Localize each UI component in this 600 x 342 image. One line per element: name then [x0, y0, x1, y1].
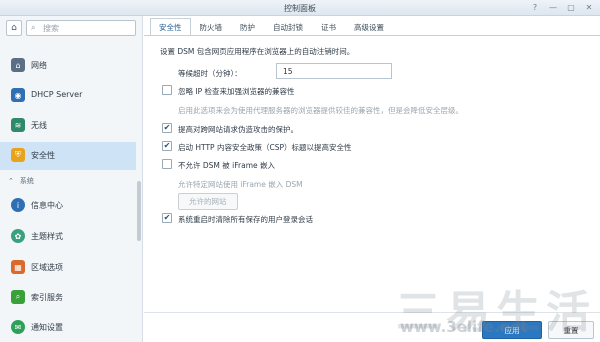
tab-bar: 安全性 防火墙 防护 自动封锁 证书 高级设置: [150, 18, 393, 36]
sidebar-item-label: 索引服务: [31, 293, 63, 302]
allowed-sites-button[interactable]: 允许的网站: [178, 193, 238, 210]
sidebar-item-label: 无线: [31, 121, 47, 130]
theme-icon: ✿: [11, 229, 25, 243]
wireless-icon: ≋: [11, 118, 25, 132]
sidebar-item-dhcp-server[interactable]: ◉ DHCP Server: [0, 82, 136, 110]
sidebar-item-region[interactable]: ▦ 区域选项: [0, 254, 136, 282]
ip-check-label: 忽略 IP 检查来加强浏览器的兼容性: [178, 87, 295, 96]
section-header-system[interactable]: ⌃ 系统: [8, 176, 34, 186]
info-icon: i: [11, 198, 25, 212]
iframe-checkbox[interactable]: [162, 159, 172, 169]
timeout-label: 等候超时（分钟）：: [178, 69, 242, 78]
help-icon[interactable]: ?: [530, 3, 540, 13]
dhcp-server-icon: ◉: [11, 88, 25, 102]
sidebar-item-index-service[interactable]: ⌕ 索引服务: [0, 284, 136, 312]
sidebar-toolbar: ⌂ ⌕: [0, 16, 142, 40]
sidebar-item-theme[interactable]: ✿ 主题样式: [0, 223, 136, 251]
tab-auto-block[interactable]: 自动封锁: [264, 18, 312, 36]
sidebar-item-wireless[interactable]: ≋ 无线: [0, 112, 136, 140]
clear-sessions-label: 系统重启时清除所有保存的用户登录会话: [178, 215, 313, 224]
index-service-icon: ⌕: [11, 290, 25, 304]
sidebar-item-label: DHCP Server: [31, 90, 83, 99]
iframe-label: 不允许 DSM 被 iFrame 嵌入: [178, 161, 275, 170]
chevron-up-icon: ⌃: [8, 177, 14, 185]
region-icon: ▦: [11, 260, 25, 274]
tab-divider: [144, 35, 600, 36]
shield-icon: ⛨: [11, 148, 25, 162]
network-icon: ⌂: [11, 58, 25, 72]
window-title: 控制面板: [284, 4, 316, 13]
sidebar-scrollbar[interactable]: [137, 181, 141, 241]
sidebar-item-label: 通知设置: [31, 323, 63, 332]
sidebar-item-network[interactable]: ⌂ 网络: [0, 52, 136, 80]
sidebar-item-security[interactable]: ⛨ 安全性: [0, 142, 136, 170]
tab-advanced[interactable]: 高级设置: [345, 18, 393, 36]
watermark-url: www.3elife.net: [400, 318, 528, 336]
minimize-icon[interactable]: —: [548, 3, 558, 13]
ip-check-checkbox[interactable]: [162, 85, 172, 95]
sidebar-item-label: 安全性: [31, 151, 55, 160]
search-input[interactable]: [43, 22, 131, 34]
ip-check-hint: 启用此选项来会为使用代理服务器的浏览器提供较佳的兼容性，但是会降低安全层级。: [178, 106, 463, 115]
sidebar-item-label: 网络: [31, 61, 47, 70]
home-icon: ⌂: [11, 23, 17, 33]
tab-certificate[interactable]: 证书: [312, 18, 345, 36]
clear-sessions-checkbox[interactable]: [162, 213, 172, 223]
search-icon: ⌕: [31, 23, 36, 32]
close-icon[interactable]: ✕: [584, 3, 594, 13]
sidebar-item-label: 信息中心: [31, 201, 63, 210]
sidebar-item-label: 区域选项: [31, 263, 63, 272]
csp-label: 启动 HTTP 内容安全政策（CSP）标题以提高安全性: [178, 143, 352, 152]
csp-checkbox[interactable]: [162, 141, 172, 151]
tab-protection[interactable]: 防护: [231, 18, 264, 36]
timeout-input[interactable]: [276, 63, 392, 79]
search-box[interactable]: ⌕: [26, 20, 136, 36]
sidebar: ⌂ ⌕ ⌂ 网络 ◉ DHCP Server ≋ 无线 ⛨ 安全性 ⌃ 系统 i…: [0, 16, 143, 342]
maximize-icon[interactable]: ▢: [566, 3, 576, 13]
intro-text: 设置 DSM 包含网页应用程序在浏览器上的自动注销时间。: [160, 47, 355, 56]
notification-icon: ✉: [11, 320, 25, 334]
sidebar-item-info-center[interactable]: i 信息中心: [0, 192, 136, 220]
csrf-label: 提高对跨网站请求伪造攻击的保护。: [178, 125, 298, 134]
window-controls: ? — ▢ ✕: [530, 3, 594, 13]
sidebar-item-notification[interactable]: ✉ 通知设置: [0, 314, 136, 342]
tab-security[interactable]: 安全性: [150, 18, 191, 36]
window-titlebar: 控制面板 ? — ▢ ✕: [0, 0, 600, 16]
tab-firewall[interactable]: 防火墙: [191, 18, 232, 36]
home-button[interactable]: ⌂: [6, 20, 22, 36]
csrf-checkbox[interactable]: [162, 123, 172, 133]
sidebar-item-label: 主题样式: [31, 232, 63, 241]
iframe-hint: 允许特定网站使用 iFrame 嵌入 DSM: [178, 180, 303, 189]
